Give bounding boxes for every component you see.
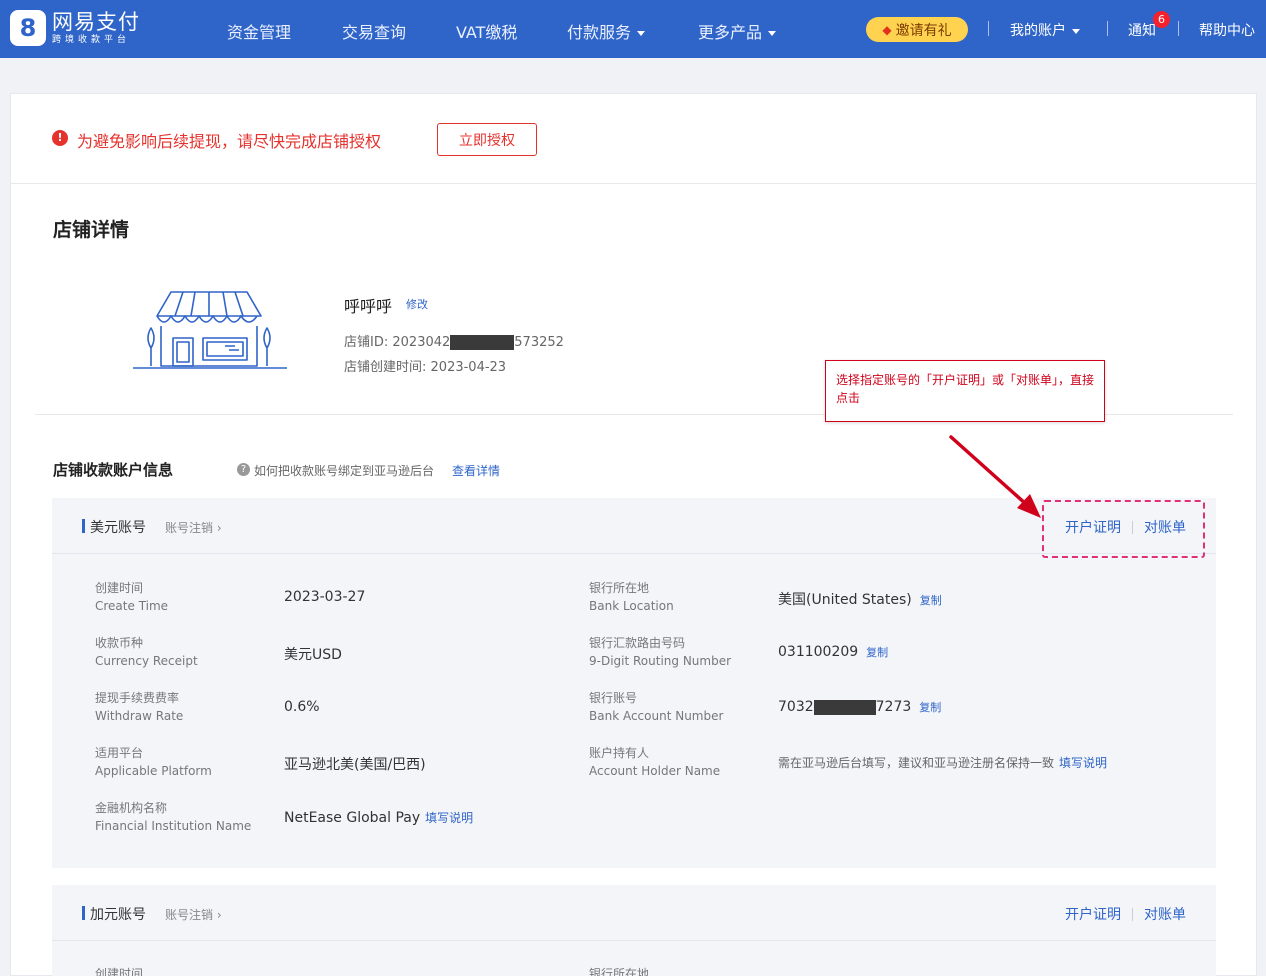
cad-account-name: 加元账号 [90, 907, 146, 923]
alert-message: 为避免影响后续提现，请尽快完成店铺授权 [77, 132, 382, 151]
copy-button[interactable]: 复制 [919, 701, 941, 714]
field-institution: 金融机构名称 Financial Institution Name NetEase… [95, 801, 474, 833]
authorization-alert: ! 为避免影响后续提现，请尽快完成店铺授权 立即授权 [11, 94, 1256, 184]
header-divider [988, 21, 989, 36]
instruction-callout: 选择指定账号的「开户证明」或「对账单」，直接点击 [825, 360, 1105, 422]
usd-account-name: 美元账号 [90, 520, 146, 536]
accent-bar [82, 906, 85, 920]
nav-vat-tax[interactable]: VAT缴税 [456, 19, 517, 43]
edit-shop-name-link[interactable]: 修改 [406, 296, 428, 312]
brand-logo[interactable]: 8 网易支付 跨境收款平台 [10, 10, 140, 46]
nav-payment-services[interactable]: 付款服务 [567, 19, 646, 43]
field-account-number: 银行账号 Bank Account Number 7032 7273 复制 [589, 691, 942, 723]
help-center-link[interactable]: 帮助中心 [1199, 20, 1255, 40]
cad-bank-location-label: 银行所在地 [589, 967, 650, 976]
nav-more-products[interactable]: 更多产品 [698, 19, 777, 43]
copy-button[interactable]: 复制 [866, 646, 888, 659]
field-routing-number: 银行汇款路由号码 9-Digit Routing Number 031100209… [589, 636, 889, 668]
header-divider [1107, 21, 1108, 36]
invite-reward-button[interactable]: ◆ 邀请有礼 [866, 17, 968, 42]
chevron-down-icon [637, 31, 646, 36]
shop-created-time: 店铺创建时间: 2023-04-23 [344, 360, 507, 375]
statement-link[interactable]: 对账单 [1144, 904, 1186, 924]
shop-name: 呼呼呼 [344, 297, 393, 316]
field-bank-location: 银行所在地 Bank Location 美国(United States) 复制 [589, 581, 942, 613]
question-icon: ? [237, 463, 250, 476]
usd-account-header: 美元账号 账号注销 › 开户证明 对账单 [52, 498, 1216, 558]
my-account-menu[interactable]: 我的账户 [1010, 20, 1080, 40]
warning-icon: ! [52, 130, 68, 146]
cad-account-card: 加元账号 账号注销 › 开户证明 对账单 创建时间 银行所在地 [52, 885, 1216, 976]
nav-transaction-query[interactable]: 交易查询 [342, 19, 406, 43]
notifications-link[interactable]: 通知 [1128, 20, 1156, 40]
top-navbar: 8 网易支付 跨境收款平台 资金管理 交易查询 VAT缴税 付款服务 更多产品 … [0, 0, 1266, 58]
main-panel: ! 为避免影响后续提现，请尽快完成店铺授权 立即授权 店铺详情 呼呼呼 修改 店… [10, 93, 1257, 976]
chevron-down-icon [1072, 28, 1080, 34]
shop-accounts-title: 店铺收款账户信息 [53, 461, 174, 479]
redaction-bar [813, 699, 876, 715]
cad-create-time-label: 创建时间 [95, 967, 144, 976]
chevron-down-icon [768, 31, 777, 36]
notification-count-badge: 6 [1153, 11, 1170, 28]
view-details-link[interactable]: 查看详情 [452, 462, 500, 479]
storefront-icon [133, 291, 287, 369]
usd-account-card: 美元账号 账号注销 › 开户证明 对账单 创建时间 Create Time 202… [52, 498, 1216, 868]
diamond-icon: ◆ [882, 22, 892, 37]
highlight-dashed-box [1042, 500, 1205, 558]
field-account-holder: 账户持有人 Account Holder Name 需在亚马逊后台填写，建议和亚马… [589, 746, 1108, 778]
logo-subtitle: 跨境收款平台 [52, 34, 131, 45]
bind-help-text: 如何把收款账号绑定到亚马逊后台 [254, 464, 435, 478]
header-divider [1178, 21, 1179, 36]
link-divider [1132, 907, 1133, 921]
logo-name: 网易支付 [52, 9, 140, 34]
accent-bar [82, 519, 85, 533]
fill-instructions-link[interactable]: 填写说明 [425, 811, 473, 825]
authorize-now-button[interactable]: 立即授权 [437, 123, 537, 156]
cancel-account-link[interactable]: 账号注销 › [165, 519, 222, 536]
cancel-account-link[interactable]: 账号注销 › [165, 906, 222, 923]
fill-instructions-link[interactable]: 填写说明 [1059, 756, 1107, 770]
logo-mark-icon: 8 [10, 10, 46, 46]
shop-id: 店铺ID: 2023042 573252 [344, 335, 564, 350]
account-proof-link[interactable]: 开户证明 [1065, 904, 1121, 924]
copy-button[interactable]: 复制 [920, 594, 942, 607]
cad-account-header: 加元账号 账号注销 › 开户证明 对账单 [52, 885, 1216, 941]
redaction-bar [450, 335, 515, 350]
nav-fund-management[interactable]: 资金管理 [227, 19, 291, 43]
shop-details-title: 店铺详情 [53, 219, 130, 241]
